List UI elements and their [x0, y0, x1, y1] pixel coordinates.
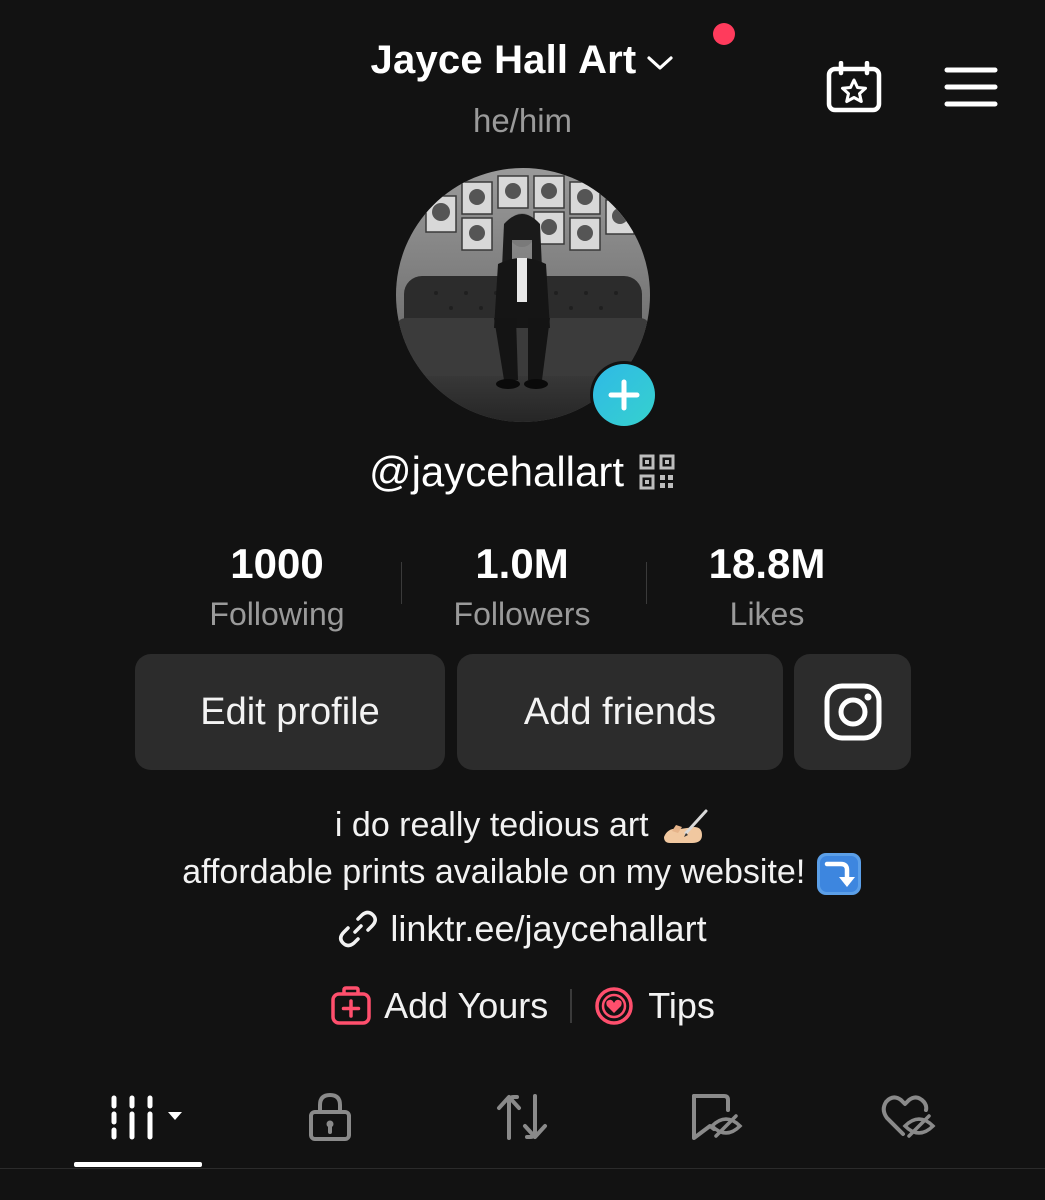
edit-profile-label: Edit profile [200, 690, 380, 733]
tab-liked[interactable] [868, 1082, 948, 1152]
bio-text: affordable prints available on my websit… [182, 852, 806, 891]
stat-label: Following [209, 596, 345, 632]
profile-extras: Add Yours Tips [0, 985, 1045, 1027]
arrow-curving-down-icon [816, 853, 861, 895]
tab-bar-divider [0, 1168, 1045, 1169]
tab-private[interactable] [292, 1082, 368, 1152]
writing-hand-icon [664, 809, 708, 844]
plus-icon [608, 379, 640, 411]
add-friends-label: Add friends [523, 690, 717, 733]
menu-button[interactable] [944, 66, 998, 108]
tips-button[interactable]: Tips [594, 985, 715, 1027]
stat-value: 18.8M [708, 540, 826, 587]
add-yours-button[interactable]: Add Yours [330, 985, 548, 1027]
page-title: Jayce Hall Art [370, 38, 637, 82]
calendar-button[interactable] [826, 60, 882, 113]
stat-value: 1000 [230, 540, 324, 587]
link-text: linktr.ee/jaycehallart [390, 908, 707, 949]
instagram-icon [824, 683, 881, 741]
stat-label: Followers [453, 596, 591, 632]
calendar-star-icon [826, 60, 882, 113]
add-yours-icon [331, 986, 371, 1025]
liked-hidden-icon [881, 1095, 936, 1138]
add-story-button[interactable] [590, 361, 658, 429]
active-tab-indicator [74, 1162, 202, 1167]
bio-link[interactable]: linktr.ee/jaycehallart [0, 908, 1045, 950]
username: @jaycehallart [368, 448, 625, 495]
stat-followers[interactable]: 1.0M Followers [399, 540, 645, 633]
bookmark-hidden-icon [692, 1094, 743, 1140]
bio-text: i do really tedious art [334, 806, 649, 844]
edit-profile-button[interactable]: Edit profile [135, 654, 445, 770]
notification-dot [713, 23, 735, 45]
stat-value: 1.0M [475, 540, 569, 587]
add-friends-button[interactable]: Add friends [457, 654, 783, 770]
account-switcher[interactable]: Jayce Hall Art [0, 38, 1045, 83]
tab-favorites[interactable] [676, 1082, 756, 1152]
videos-grid-icon [111, 1095, 182, 1140]
stat-label: Likes [729, 596, 805, 632]
add-yours-label: Add Yours [384, 985, 549, 1026]
tips-label: Tips [648, 985, 715, 1026]
lock-icon [309, 1092, 351, 1141]
stat-following[interactable]: 1000 Following [154, 540, 400, 633]
bio-line-2: affordable prints available on my websit… [0, 852, 1045, 896]
chevron-down-icon [168, 1112, 182, 1120]
pronouns: he/him [472, 102, 573, 139]
link-icon [339, 910, 378, 948]
hamburger-menu-icon [944, 67, 998, 107]
chevron-down-icon [647, 55, 674, 70]
username-row: @jaycehallart [0, 448, 1045, 496]
tab-videos[interactable] [74, 1082, 202, 1152]
tab-reposts[interactable] [484, 1082, 560, 1152]
repost-icon [497, 1094, 547, 1140]
stat-likes[interactable]: 18.8M Likes [644, 540, 890, 633]
extras-divider [570, 989, 573, 1023]
qr-code-icon[interactable] [638, 453, 676, 491]
instagram-button[interactable] [794, 654, 911, 770]
bio-line-1: i do really tedious art [0, 806, 1045, 847]
avatar-add-badge [593, 364, 655, 426]
tips-heart-icon [595, 987, 633, 1025]
